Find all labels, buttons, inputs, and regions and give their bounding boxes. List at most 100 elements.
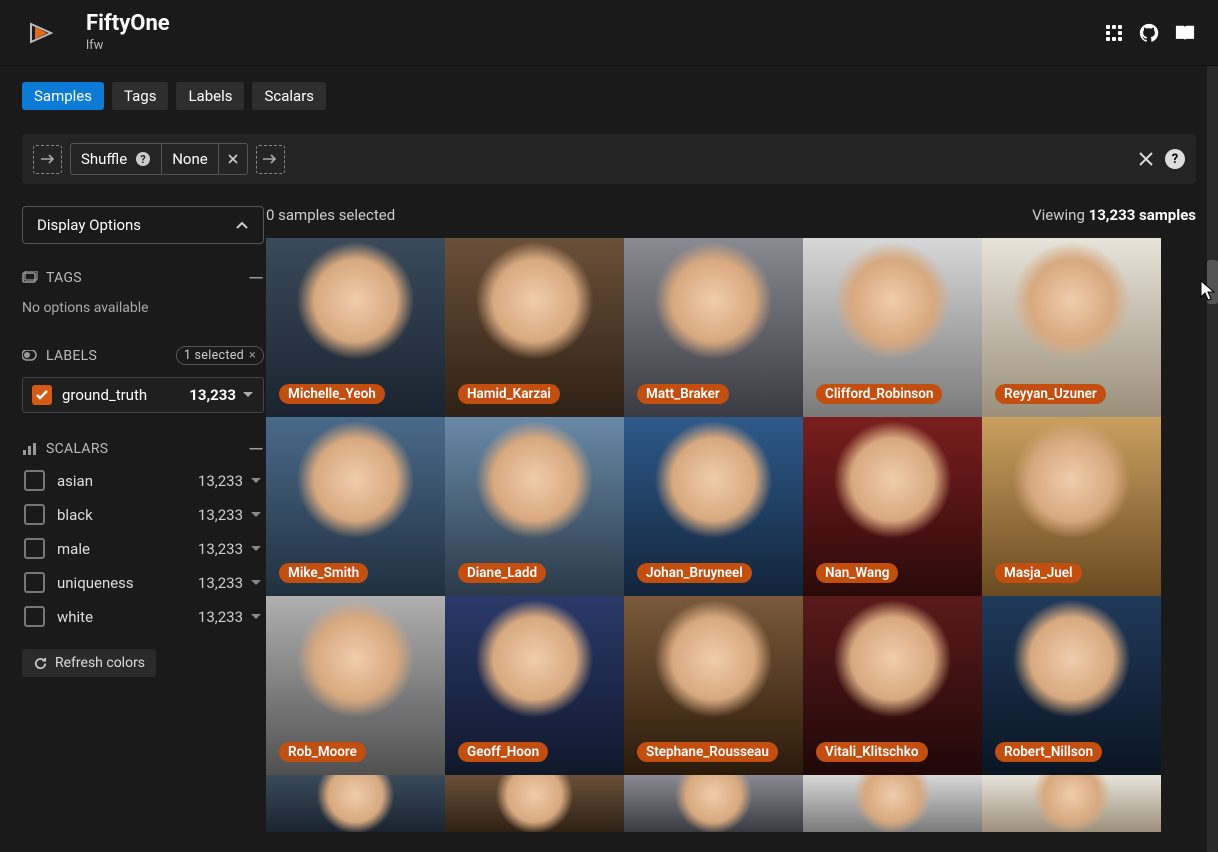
sample-cell[interactable]: Nan_Wang xyxy=(803,417,982,596)
labels-section-title: LABELS xyxy=(46,348,97,364)
sample-cell[interactable]: Matt_Braker xyxy=(624,238,803,417)
caret-down-icon[interactable] xyxy=(250,545,262,553)
sample-label-chip: Rob_Moore xyxy=(279,742,366,762)
labels-section-header[interactable]: LABELS 1 selected × xyxy=(22,346,264,365)
caret-down-icon[interactable] xyxy=(250,613,262,621)
labels-badge-clear-icon[interactable]: × xyxy=(249,348,256,363)
display-options-label: Display Options xyxy=(37,216,141,234)
sample-cell[interactable]: Masja_Juel xyxy=(982,417,1161,596)
add-stage-after[interactable] xyxy=(256,145,285,174)
github-icon[interactable] xyxy=(1138,22,1160,44)
sample-label-chip: Michelle_Yeoh xyxy=(279,384,385,404)
scalars-collapse-icon[interactable]: — xyxy=(248,444,264,454)
query-bar: Shuffle ? None ? xyxy=(22,134,1196,184)
sample-cell[interactable] xyxy=(445,775,624,832)
sample-cell[interactable]: Stephane_Rousseau xyxy=(624,596,803,775)
tags-collapse-icon[interactable]: — xyxy=(248,273,264,283)
scalar-black[interactable]: black13,233 xyxy=(22,504,264,525)
caret-down-icon[interactable] xyxy=(250,579,262,587)
content-status-bar: 0 samples selected Viewing 13,233 sample… xyxy=(266,206,1196,224)
scalars-section-header[interactable]: SCALARS — xyxy=(22,441,264,457)
tags-section-title: TAGS xyxy=(46,270,82,286)
checkbox-unchecked-icon[interactable] xyxy=(24,504,45,525)
shuffle-value-text: None xyxy=(172,150,208,168)
scalar-count: 13,233 xyxy=(198,540,243,558)
query-help-icon[interactable]: ? xyxy=(1165,149,1185,169)
sample-cell[interactable]: Hamid_Karzai xyxy=(445,238,624,417)
scalar-name: white xyxy=(57,608,93,626)
refresh-colors-label: Refresh colors xyxy=(55,655,145,671)
sample-thumbnail xyxy=(266,775,445,832)
sample-cell[interactable]: Robert_Nillson xyxy=(982,596,1161,775)
scrollbar-track[interactable] xyxy=(1207,66,1218,852)
checkbox-unchecked-icon[interactable] xyxy=(24,572,45,593)
tags-empty-text: No options available xyxy=(22,300,264,316)
viewing-count: 13,233 xyxy=(1089,206,1136,224)
sample-cell[interactable]: Clifford_Robinson xyxy=(803,238,982,417)
shuffle-label-text: Shuffle xyxy=(81,150,127,168)
svg-text:?: ? xyxy=(140,153,146,166)
sample-label-chip: Diane_Ladd xyxy=(458,563,546,583)
refresh-colors-button[interactable]: Refresh colors xyxy=(22,649,156,677)
sample-cell[interactable]: Geoff_Hoon xyxy=(445,596,624,775)
scalar-asian[interactable]: asian13,233 xyxy=(22,470,264,491)
shuffle-remove[interactable] xyxy=(219,143,248,175)
viewing-text: Viewing 13,233 samples xyxy=(1032,206,1196,224)
checkbox-checked-icon[interactable] xyxy=(32,385,52,405)
sample-cell[interactable] xyxy=(266,775,445,832)
tab-labels[interactable]: Labels xyxy=(176,82,244,110)
view-tabs: Samples Tags Labels Scalars xyxy=(0,66,1218,110)
sidebar: Display Options TAGS — No options availa… xyxy=(0,206,264,832)
shuffle-help-icon[interactable]: ? xyxy=(135,151,151,167)
caret-down-icon[interactable] xyxy=(250,511,262,519)
docs-icon[interactable] xyxy=(1174,23,1196,43)
caret-down-icon[interactable] xyxy=(242,391,254,399)
checkbox-unchecked-icon[interactable] xyxy=(24,470,45,491)
sample-label-chip: Reyyan_Uzuner xyxy=(995,384,1106,404)
tab-samples[interactable]: Samples xyxy=(22,82,104,110)
scalar-uniqueness[interactable]: uniqueness13,233 xyxy=(22,572,264,593)
sample-label-chip: Nan_Wang xyxy=(816,563,898,583)
tab-tags[interactable]: Tags xyxy=(112,82,168,110)
labels-selected-badge[interactable]: 1 selected × xyxy=(176,346,264,365)
add-stage-before[interactable] xyxy=(33,145,62,174)
sample-thumbnail xyxy=(803,775,982,832)
viewing-suffix: samples xyxy=(1135,206,1196,224)
scrollbar-thumb[interactable] xyxy=(1207,260,1218,304)
sample-grid: Michelle_Yeoh Hamid_KarzaiMatt_Braker Clif… xyxy=(266,238,1196,832)
scalar-male[interactable]: male13,233 xyxy=(22,538,264,559)
sample-label-chip: Clifford_Robinson xyxy=(816,384,942,404)
sample-cell[interactable] xyxy=(982,775,1161,832)
sample-label-chip: Vitali_Klitschko xyxy=(816,742,928,762)
sample-cell[interactable]: Reyyan_Uzuner xyxy=(982,238,1161,417)
checkbox-unchecked-icon[interactable] xyxy=(24,606,45,627)
sample-cell[interactable]: Vitali_Klitschko xyxy=(803,596,982,775)
sample-cell[interactable]: Michelle_Yeoh xyxy=(266,238,445,417)
scalar-white[interactable]: white 13,233 xyxy=(22,606,264,627)
title-block: FiftyOne lfw xyxy=(86,12,170,53)
sample-cell[interactable] xyxy=(803,775,982,832)
sample-thumbnail xyxy=(624,775,803,832)
shuffle-label[interactable]: Shuffle ? xyxy=(70,143,162,175)
tab-scalars[interactable]: Scalars xyxy=(252,82,326,110)
scalar-name: uniqueness xyxy=(57,574,134,592)
slack-icon[interactable] xyxy=(1104,23,1124,43)
sample-cell[interactable] xyxy=(624,775,803,832)
selected-count-text: 0 samples selected xyxy=(266,206,395,224)
display-options-toggle[interactable]: Display Options xyxy=(22,206,264,244)
scalar-count: 13,233 xyxy=(198,608,243,626)
sample-cell[interactable]: Rob_Moore xyxy=(266,596,445,775)
sample-label-chip: Stephane_Rousseau xyxy=(637,742,778,762)
tags-section-header[interactable]: TAGS — xyxy=(22,270,264,286)
clear-query-icon[interactable] xyxy=(1137,150,1155,168)
sample-cell[interactable]: Mike_Smith xyxy=(266,417,445,596)
app-logo-icon[interactable] xyxy=(22,13,62,53)
tags-icon xyxy=(22,271,38,285)
sample-cell[interactable]: Johan_Bruyneel xyxy=(624,417,803,596)
caret-down-icon[interactable] xyxy=(250,477,262,485)
label-ground-truth[interactable]: ground_truth 13,233 xyxy=(22,377,264,413)
shuffle-value[interactable]: None xyxy=(162,143,219,175)
checkbox-unchecked-icon[interactable] xyxy=(24,538,45,559)
header-right xyxy=(1104,22,1196,44)
sample-cell[interactable]: Diane_Ladd xyxy=(445,417,624,596)
